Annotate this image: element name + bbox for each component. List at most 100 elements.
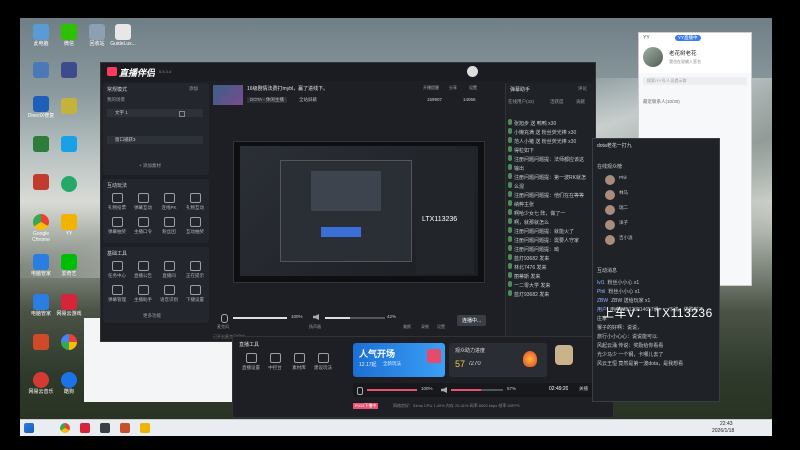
tool-danmu-interact[interactable]: 弹幕互动 — [131, 193, 155, 211]
yy-live-tag[interactable]: YY直播中 — [675, 35, 701, 41]
game-tag[interactable]: DOTA - 休闲主播 — [247, 97, 287, 103]
visibility-icon[interactable] — [179, 111, 185, 117]
promo-banner[interactable]: 人气开场 12.17起 全新玩法 — [353, 343, 445, 377]
yy-search-input[interactable]: 搜索/YY号/人员提示群 — [643, 77, 747, 85]
yy-icon[interactable] — [140, 423, 150, 433]
tool-lottery[interactable]: 弹幕抽奖 — [105, 217, 129, 235]
speaker-slider[interactable] — [451, 389, 503, 391]
tool-speech[interactable]: 语音识别 — [157, 285, 181, 303]
danmu-item[interactable]: 注册问题问题提：法师都应该这 — [508, 155, 592, 164]
desktop-icon-this-pc[interactable]: 此电脑 — [26, 24, 56, 47]
online-user[interactable]: 林马 — [597, 188, 689, 203]
desktop-icon-guide[interactable]: GuideLux... — [108, 24, 138, 47]
interact-message[interactable]: 风起云涌 传说：奖励给你看看 — [597, 342, 715, 351]
danmu-item[interactable]: 啊哈少女七 阵，做了一 — [508, 209, 592, 218]
danmu-item[interactable]: 蓝灯93682 发来 — [508, 254, 592, 263]
app-icon[interactable] — [80, 423, 90, 433]
yy-recent-contacts[interactable]: 最近联系人(10/30) — [643, 99, 680, 105]
tool-offstream[interactable]: 下播设置 — [183, 285, 207, 303]
tab-activity[interactable]: 活跃度 — [550, 99, 564, 105]
desktop-icon[interactable] — [26, 62, 56, 79]
danmu-item[interactable]: 丽蒂斯 发来 — [508, 272, 592, 281]
mic-slider[interactable] — [233, 317, 287, 319]
danmu-item[interactable]: 小懒充满 送 粉丝荧光棒 x30 — [508, 128, 592, 137]
tool-fanclub[interactable]: 粉丝团 — [157, 217, 181, 235]
desktop-icon-chrome[interactable]: Google Chrome — [26, 214, 56, 243]
share-button[interactable]: 分享 — [449, 85, 457, 91]
danmu-item[interactable]: 蓝灯93682 发来 — [508, 290, 592, 299]
desktop-icon[interactable] — [54, 176, 84, 193]
danmu-item[interactable]: 范人小猪 送 粉丝荧光棒 x30 — [508, 137, 592, 146]
interact-message[interactable]: 风云王恒 竟然是第一波dota，是我想看 — [597, 360, 715, 369]
tool-live-room[interactable]: 直播间 — [157, 261, 181, 279]
mascot-icon[interactable] — [555, 345, 573, 365]
speaker-icon[interactable] — [441, 387, 447, 393]
scene-item-empty[interactable] — [107, 127, 203, 135]
online-user[interactable]: Phil — [597, 173, 689, 188]
tool-material-lib[interactable]: 素材库 — [287, 353, 311, 371]
interact-message[interactable]: 旅行小小心心：说说能可以. — [597, 333, 715, 342]
scene-item[interactable]: 文字 1 — [107, 109, 203, 117]
scene-item[interactable]: 窗口捕获3 — [107, 136, 203, 144]
live-companion-icon[interactable] — [100, 423, 110, 433]
desktop-icon[interactable] — [54, 62, 84, 79]
speaker-slider[interactable] — [325, 317, 385, 319]
danmu-item[interactable]: 一二零大学 发来 — [508, 281, 592, 290]
tool-gift-vote[interactable]: 礼物投票 — [105, 193, 129, 211]
tool-interact-lottery[interactable]: 互动抽奖 — [183, 217, 207, 235]
microphone-icon[interactable] — [221, 314, 228, 323]
add-material-button[interactable]: + 添加素材 — [139, 163, 161, 169]
tool-build[interactable]: 建设玩法 — [311, 353, 335, 371]
app-icon[interactable] — [120, 423, 130, 433]
windows-start-icon[interactable] — [24, 423, 34, 433]
danmu-item[interactable]: 注册问题问题提：呦 — [508, 245, 592, 254]
tab-contribution[interactable]: 贡献 — [576, 99, 585, 105]
desktop-icon-yy[interactable]: YY — [54, 214, 84, 237]
avatar[interactable] — [467, 66, 478, 77]
speaker-icon[interactable] — [313, 314, 319, 320]
danmu-item[interactable]: 注册问题问题提：他们在在等等 — [508, 191, 592, 200]
desktop-icon-iqiyi[interactable]: 爱奇艺 — [54, 254, 84, 277]
tool-task-center[interactable]: 任务中心 — [105, 261, 129, 279]
stream-title[interactable]: 16级剧情法费打mybl，赢了进线下。 — [247, 85, 387, 92]
danmu-item[interactable]: 注册问题问题提：就能火了 — [508, 227, 592, 236]
add-scene-button[interactable]: 添加 — [189, 86, 198, 92]
desktop-icon[interactable] — [26, 174, 56, 191]
comment-button[interactable]: 评论 — [578, 86, 587, 92]
desktop-icon-directx[interactable]: DirectX修复 — [26, 96, 56, 119]
avatar[interactable] — [643, 47, 663, 67]
desktop-icon[interactable] — [26, 136, 56, 153]
settings-button[interactable]: 设置 — [469, 85, 477, 91]
tool-prompt[interactable]: 正在提示 — [183, 261, 207, 279]
block-setting[interactable]: 全站屏蔽 — [299, 97, 317, 103]
tool-console[interactable]: 中控台 — [263, 353, 287, 371]
tool-assistant[interactable]: 主播助手 — [131, 285, 155, 303]
interact-message[interactable]: 光少马少 一个钢，卡哪儿去了 — [597, 351, 715, 360]
end-live-button[interactable]: 关播 — [579, 386, 588, 392]
interact-message[interactable]: 猴子的好啊：说说， — [597, 324, 715, 333]
online-user[interactable]: 瑞二 — [597, 203, 689, 218]
mic-slider[interactable] — [367, 389, 417, 391]
interact-message[interactable]: lvl1 粉丝小小心 x1 — [597, 279, 715, 288]
beauty-button[interactable]: 美颜 — [403, 324, 411, 330]
danmu-item[interactable]: 输出 — [508, 164, 592, 173]
stream-preview[interactable]: LTX113236 — [233, 141, 485, 283]
danmu-item[interactable]: 纳粹主张 — [508, 200, 592, 209]
danmu-item[interactable]: 张旭步 送 鸭鸭 x30 — [508, 119, 592, 128]
tool-announcement[interactable]: 直播公告 — [131, 261, 155, 279]
desktop-icon-pcmgr2[interactable]: 电脑管家 — [26, 294, 56, 317]
danmu-item[interactable]: 得粒如下 — [508, 146, 592, 155]
tool-command[interactable]: 主播口令 — [131, 217, 155, 235]
danmu-item[interactable]: 啊，就那就怎么 — [508, 218, 592, 227]
online-user[interactable]: 吉小泷 — [597, 233, 689, 248]
desktop-icon-kugou[interactable]: 酷狗 — [54, 372, 84, 395]
record-button[interactable]: 录制 — [421, 324, 429, 330]
desktop-icon-netease-cloud-game[interactable]: 网易云游戏 — [54, 294, 84, 317]
yy-signature[interactable]: 我也在说输入签名 — [669, 59, 701, 65]
online-user[interactable]: 洋子 — [597, 218, 689, 233]
chrome-icon[interactable] — [60, 423, 70, 433]
desktop-icon-netease-music[interactable]: 网易云音乐 — [26, 372, 56, 395]
danmu-item[interactable]: 林北7476 发来 — [508, 263, 592, 272]
stream-cover[interactable] — [213, 85, 243, 105]
desktop-icon[interactable] — [54, 98, 84, 115]
